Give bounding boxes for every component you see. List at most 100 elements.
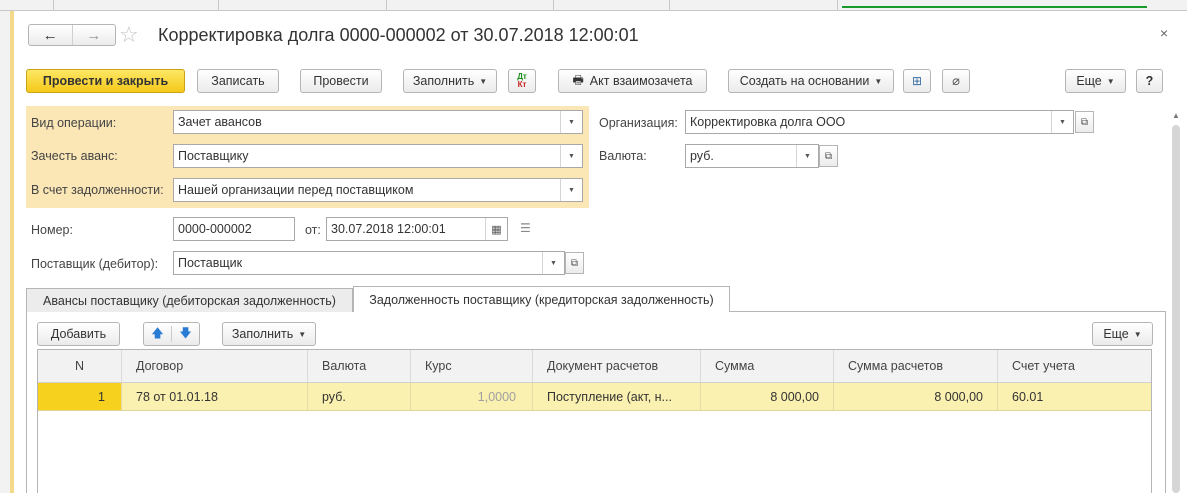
open-organization-icon[interactable]: ⧉ [1075,111,1094,133]
credit-icon: Кт [517,80,527,89]
chevron-down-icon: ▼ [479,76,488,86]
cell-account[interactable]: 60.01 [998,383,1153,410]
organization-select[interactable]: Корректировка долга ООО ▼ [685,110,1074,134]
table-fill-button[interactable]: Заполнить ▼ [222,322,316,346]
fill-label: Заполнить [412,74,475,88]
currency-value: руб. [690,149,714,163]
printer-icon: 🖶 [572,72,584,87]
print-netting-act-button[interactable]: 🖶 Акт взаимозачета [558,69,707,93]
save-label: Записать [211,74,265,88]
currency-label: Валюта: [599,149,647,163]
structure-button[interactable]: ⊞ [903,69,931,93]
post-and-close-button[interactable]: Провести и закрыть [26,69,185,93]
table-fill-label: Заполнить [231,327,294,341]
column-header-n[interactable]: N [38,350,122,382]
supplier-label: Поставщик (дебитор): [31,257,159,271]
operation-type-label: Вид операции: [31,116,117,130]
cell-rate[interactable]: 1,0000 [411,383,533,410]
table-more-button[interactable]: Еще ▼ [1092,322,1153,346]
add-row-button[interactable]: Добавить [37,322,120,346]
cell-n[interactable]: 1 [38,383,122,410]
column-header-currency[interactable]: Валюта [308,350,411,382]
back-arrow-icon[interactable]: ← [29,25,72,45]
strip-separator [553,0,554,11]
netting-act-label: Акт взаимозачета [589,74,693,88]
chevron-down-icon[interactable]: ▼ [1051,111,1073,133]
column-header-contract[interactable]: Договор [122,350,308,382]
post-button[interactable]: Провести [300,69,382,93]
debt-account-select[interactable]: Нашей организации перед поставщиком ▼ [173,178,583,202]
move-down-icon[interactable]: 🡇 [172,324,199,345]
create-based-on-button[interactable]: Создать на основании ▼ [728,69,894,93]
cell-amount[interactable]: 8 000,00 [701,383,834,410]
post-label: Провести [313,74,369,88]
open-supplier-icon[interactable]: ⧉ [565,252,584,274]
supplier-select[interactable]: Поставщик ▼ [173,251,565,275]
number-input[interactable]: 0000-000002 [173,217,295,241]
favorite-star-icon[interactable]: ☆ [119,23,139,47]
offset-advance-label: Зачесть аванс: [31,149,118,163]
fill-button[interactable]: Заполнить ▼ [403,69,497,93]
chevron-down-icon: ▼ [298,329,307,339]
forward-arrow-icon[interactable]: → [71,25,116,45]
save-button[interactable]: Записать [197,69,279,93]
debt-table: N Договор Валюта Курс Документ расчетов … [37,349,1152,493]
cell-currency[interactable]: руб. [308,383,411,410]
scroll-up-icon[interactable]: ▲ [1172,111,1180,120]
strip-separator [218,0,219,11]
operation-type-value: Зачет авансов [178,115,262,129]
tab-debt-label: Задолженность поставщику (кредиторская з… [369,292,714,307]
open-currency-icon[interactable]: ⧉ [819,145,838,167]
table-row[interactable]: 1 78 от 01.01.18 руб. 1,0000 Поступление… [38,383,1151,411]
supplier-value: Поставщик [178,256,243,270]
column-header-amount[interactable]: Сумма [701,350,834,382]
debt-account-value: Нашей организации перед поставщиком [178,183,414,197]
move-up-icon[interactable]: 🡅 [144,324,171,345]
currency-select[interactable]: руб. ▼ [685,144,819,168]
window-tabs-strip [0,0,1187,11]
paperclip-icon: ⌀ [952,73,960,88]
help-label: ? [1145,74,1154,88]
date-value: 30.07.2018 12:00:01 [331,222,446,236]
column-header-settlement-doc[interactable]: Документ расчетов [533,350,701,382]
vertical-scrollbar[interactable]: ▲ [1170,111,1182,493]
chevron-down-icon[interactable]: ▼ [560,179,582,201]
close-icon[interactable]: × [1160,25,1168,41]
chevron-down-icon: ▼ [1133,329,1142,339]
move-rows-group: 🡅 🡇 [143,322,200,346]
left-accent [10,11,14,493]
column-header-settlement-amount[interactable]: Сумма расчетов [834,350,998,382]
history-navigation: ← → [28,24,116,46]
organization-label: Организация: [599,116,678,130]
chevron-down-icon[interactable]: ▼ [560,111,582,133]
tab-advances-to-supplier[interactable]: Авансы поставщику (дебиторская задолженн… [26,288,353,312]
column-header-rate[interactable]: Курс [411,350,533,382]
strip-separator [669,0,670,11]
cell-contract[interactable]: 78 от 01.01.18 [122,383,308,410]
chevron-down-icon: ▼ [874,76,883,86]
more-button[interactable]: Еще ▼ [1065,69,1126,93]
strip-separator [386,0,387,11]
calendar-icon[interactable]: ▦ [485,218,507,240]
cell-settlement-doc[interactable]: Поступление (акт, н... [533,383,701,410]
chevron-down-icon: ▼ [1106,76,1115,86]
date-input[interactable]: 30.07.2018 12:00:01 ▦ [326,217,508,241]
help-button[interactable]: ? [1136,69,1163,93]
dtkt-postings-button[interactable]: Дт Кт [508,69,536,93]
column-header-account[interactable]: Счет учета [998,350,1153,382]
chevron-down-icon[interactable]: ▼ [542,252,564,274]
chevron-down-icon[interactable]: ▼ [560,145,582,167]
scroll-thumb[interactable] [1172,125,1180,493]
operation-type-select[interactable]: Зачет авансов ▼ [173,110,583,134]
attach-files-button[interactable]: ⌀ [942,69,970,93]
offset-advance-select[interactable]: Поставщику ▼ [173,144,583,168]
table-more-label: Еще [1103,327,1129,341]
more-label: Еще [1076,74,1102,88]
document-window: ← → ☆ Корректировка долга 0000-000002 от… [15,11,1187,493]
create-based-label: Создать на основании [739,74,870,88]
number-settings-icon[interactable]: ☰ [520,221,531,235]
cell-settlement-amount[interactable]: 8 000,00 [834,383,998,410]
chevron-down-icon[interactable]: ▼ [796,145,818,167]
debt-account-label: В счет задолженности: [31,183,164,197]
tab-debt-to-supplier[interactable]: Задолженность поставщику (кредиторская з… [353,286,730,312]
